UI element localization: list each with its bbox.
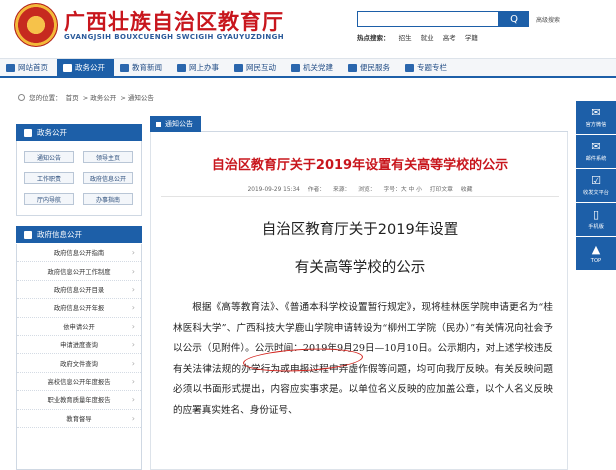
gov-btn-leaders[interactable]: 领导主页 bbox=[83, 151, 133, 163]
nav-interaction[interactable]: 网民互动 bbox=[228, 59, 285, 76]
document-platform-button[interactable]: ☑ 收发文平台 bbox=[576, 169, 616, 202]
info-item[interactable]: 政府信息公开年报 bbox=[17, 299, 141, 318]
doc-title-line1: 自治区教育厅关于2019年设置 bbox=[261, 222, 459, 238]
nav-party[interactable]: 机关党建 bbox=[285, 59, 342, 76]
phone-icon: ▯ bbox=[592, 208, 600, 221]
nav-news[interactable]: 教育新闻 bbox=[114, 59, 171, 76]
info-item[interactable]: 高校信息公开年度报告 bbox=[17, 373, 141, 392]
mobile-button[interactable]: ▯ 手机版 bbox=[576, 203, 616, 236]
back-to-top-button[interactable]: ▲ TOP bbox=[576, 237, 616, 270]
gov-panel-icon bbox=[24, 128, 32, 137]
breadcrumb-home[interactable]: 首页 bbox=[66, 94, 79, 102]
top-icon: ▲ bbox=[591, 242, 601, 256]
floating-toolbar: ✉ 官方微信 ✉ 邮件系统 ☑ 收发文平台 ▯ 手机版 ▲ TOP bbox=[576, 101, 616, 271]
gov-btn-dept-nav[interactable]: 厅内导航 bbox=[24, 193, 74, 205]
info-item[interactable]: 申请进度查询 bbox=[17, 336, 141, 355]
breadcrumb-prefix: 您的位置： bbox=[29, 94, 62, 102]
info-item[interactable]: 依申请公开 bbox=[17, 318, 141, 336]
nav-online-services[interactable]: 网上办事 bbox=[171, 59, 228, 76]
search-icon: Q bbox=[510, 13, 518, 25]
hot-words-label: 热点搜索： bbox=[357, 34, 390, 42]
hot-word[interactable]: 就业 bbox=[421, 34, 434, 42]
advanced-search-link[interactable]: 高级搜索 bbox=[536, 15, 560, 24]
tab-notice[interactable]: 通知公告 bbox=[150, 116, 201, 132]
nav-home[interactable]: 网站首页 bbox=[0, 59, 57, 76]
heart-icon bbox=[348, 63, 357, 72]
meta-font-size[interactable]: 字号：大 中 小 bbox=[383, 187, 421, 193]
info-item[interactable]: 政府文件查询 bbox=[17, 354, 141, 373]
hot-word[interactable]: 招生 bbox=[399, 34, 412, 42]
location-icon bbox=[18, 94, 25, 101]
info-item[interactable]: 教育督导 bbox=[17, 410, 141, 428]
meta-date: 2019-09-29 15:34 bbox=[247, 187, 300, 193]
favorite-button[interactable]: 收藏 bbox=[461, 187, 473, 193]
meta-source: 来源： bbox=[332, 187, 351, 193]
search-button[interactable]: Q bbox=[499, 11, 529, 27]
breadcrumb: 您的位置： 首页 > 政务公开 > 通知公告 bbox=[18, 92, 156, 102]
article-body: 根据《高等教育法》、《普通本科学校设置暂行规定》，现将桂林医学院申请更名为“桂林… bbox=[173, 302, 553, 416]
gov-panel-header: 政务公开 bbox=[16, 124, 142, 141]
breadcrumb-notice[interactable]: > 通知公告 bbox=[120, 94, 154, 102]
emblem-logo[interactable] bbox=[14, 3, 58, 47]
mail-icon: ✉ bbox=[591, 140, 601, 153]
hot-words: 热点搜索： 招生 就业 高考 学籍 bbox=[357, 32, 485, 42]
chat-icon bbox=[234, 63, 243, 72]
divider bbox=[161, 196, 559, 197]
nav-topics[interactable]: 专题专栏 bbox=[399, 59, 456, 76]
gov-btn-info[interactable]: 政府信息公开 bbox=[83, 172, 133, 184]
info-panel-icon bbox=[24, 230, 32, 239]
news-icon bbox=[120, 63, 129, 72]
site-title[interactable]: 广西壮族自治区教育厅 bbox=[64, 6, 284, 36]
document-icon bbox=[63, 63, 72, 72]
hot-word[interactable]: 高考 bbox=[443, 34, 456, 42]
article-panel: 自治区教育厅关于2019年设置有关高等学校的公示 2019-09-29 15:3… bbox=[150, 132, 568, 470]
content-tab-bar: 通知公告 bbox=[150, 116, 568, 132]
bookmark-icon bbox=[405, 63, 414, 72]
info-panel-header: 政府信息公开 bbox=[16, 226, 142, 243]
site-subtitle: GVANGJSIH BOUXCUENGH SWCIGIH GYAUYUZDING… bbox=[64, 33, 285, 41]
site-header: 广西壮族自治区教育厅 GVANGJSIH BOUXCUENGH SWCIGIH … bbox=[0, 0, 616, 56]
hot-word[interactable]: 学籍 bbox=[465, 34, 478, 42]
meta-views: 浏览： bbox=[358, 187, 376, 193]
article-title: 自治区教育厅关于2019年设置有关高等学校的公示 bbox=[211, 158, 509, 173]
gov-panel: 通知公告 领导主页 工作职责 政府信息公开 厅内导航 办事指南 bbox=[16, 141, 142, 216]
monitor-icon bbox=[177, 63, 186, 72]
party-icon bbox=[291, 63, 300, 72]
info-item[interactable]: 职业教育质量年度报告 bbox=[17, 391, 141, 410]
wechat-button[interactable]: ✉ 官方微信 bbox=[576, 101, 616, 134]
info-item[interactable]: 政府信息公开指南 bbox=[17, 244, 141, 263]
info-panel: 政府信息公开指南 政府信息公开工作制度 政府信息公开目录 政府信息公开年报 依申… bbox=[16, 244, 142, 470]
meta-author: 作者： bbox=[307, 187, 326, 193]
info-item[interactable]: 政府信息公开工作制度 bbox=[17, 262, 141, 281]
search-input[interactable] bbox=[357, 11, 499, 27]
gov-btn-duties[interactable]: 工作职责 bbox=[24, 172, 74, 184]
mail-system-button[interactable]: ✉ 邮件系统 bbox=[576, 135, 616, 168]
gov-btn-notice[interactable]: 通知公告 bbox=[24, 151, 74, 163]
square-icon bbox=[156, 121, 161, 127]
doc-title-line2: 有关高等学校的公示 bbox=[294, 260, 426, 276]
nav-gov-affairs[interactable]: 政务公开 bbox=[57, 59, 114, 76]
document-icon: ☑ bbox=[591, 174, 601, 187]
main-nav: 网站首页 政务公开 教育新闻 网上办事 网民互动 机关党建 便民服务 专题专栏 bbox=[0, 58, 616, 78]
gov-btn-guide[interactable]: 办事指南 bbox=[83, 193, 133, 205]
nav-public-services[interactable]: 便民服务 bbox=[342, 59, 399, 76]
breadcrumb-gov[interactable]: > 政务公开 bbox=[83, 94, 117, 102]
info-item[interactable]: 政府信息公开目录 bbox=[17, 281, 141, 300]
article-meta: 2019-09-29 15:34 作者： 来源： 浏览： 字号：大 中 小 打印… bbox=[151, 184, 569, 193]
home-icon bbox=[6, 63, 15, 72]
wechat-icon: ✉ bbox=[591, 106, 601, 119]
print-button[interactable]: 打印文章 bbox=[430, 187, 453, 193]
